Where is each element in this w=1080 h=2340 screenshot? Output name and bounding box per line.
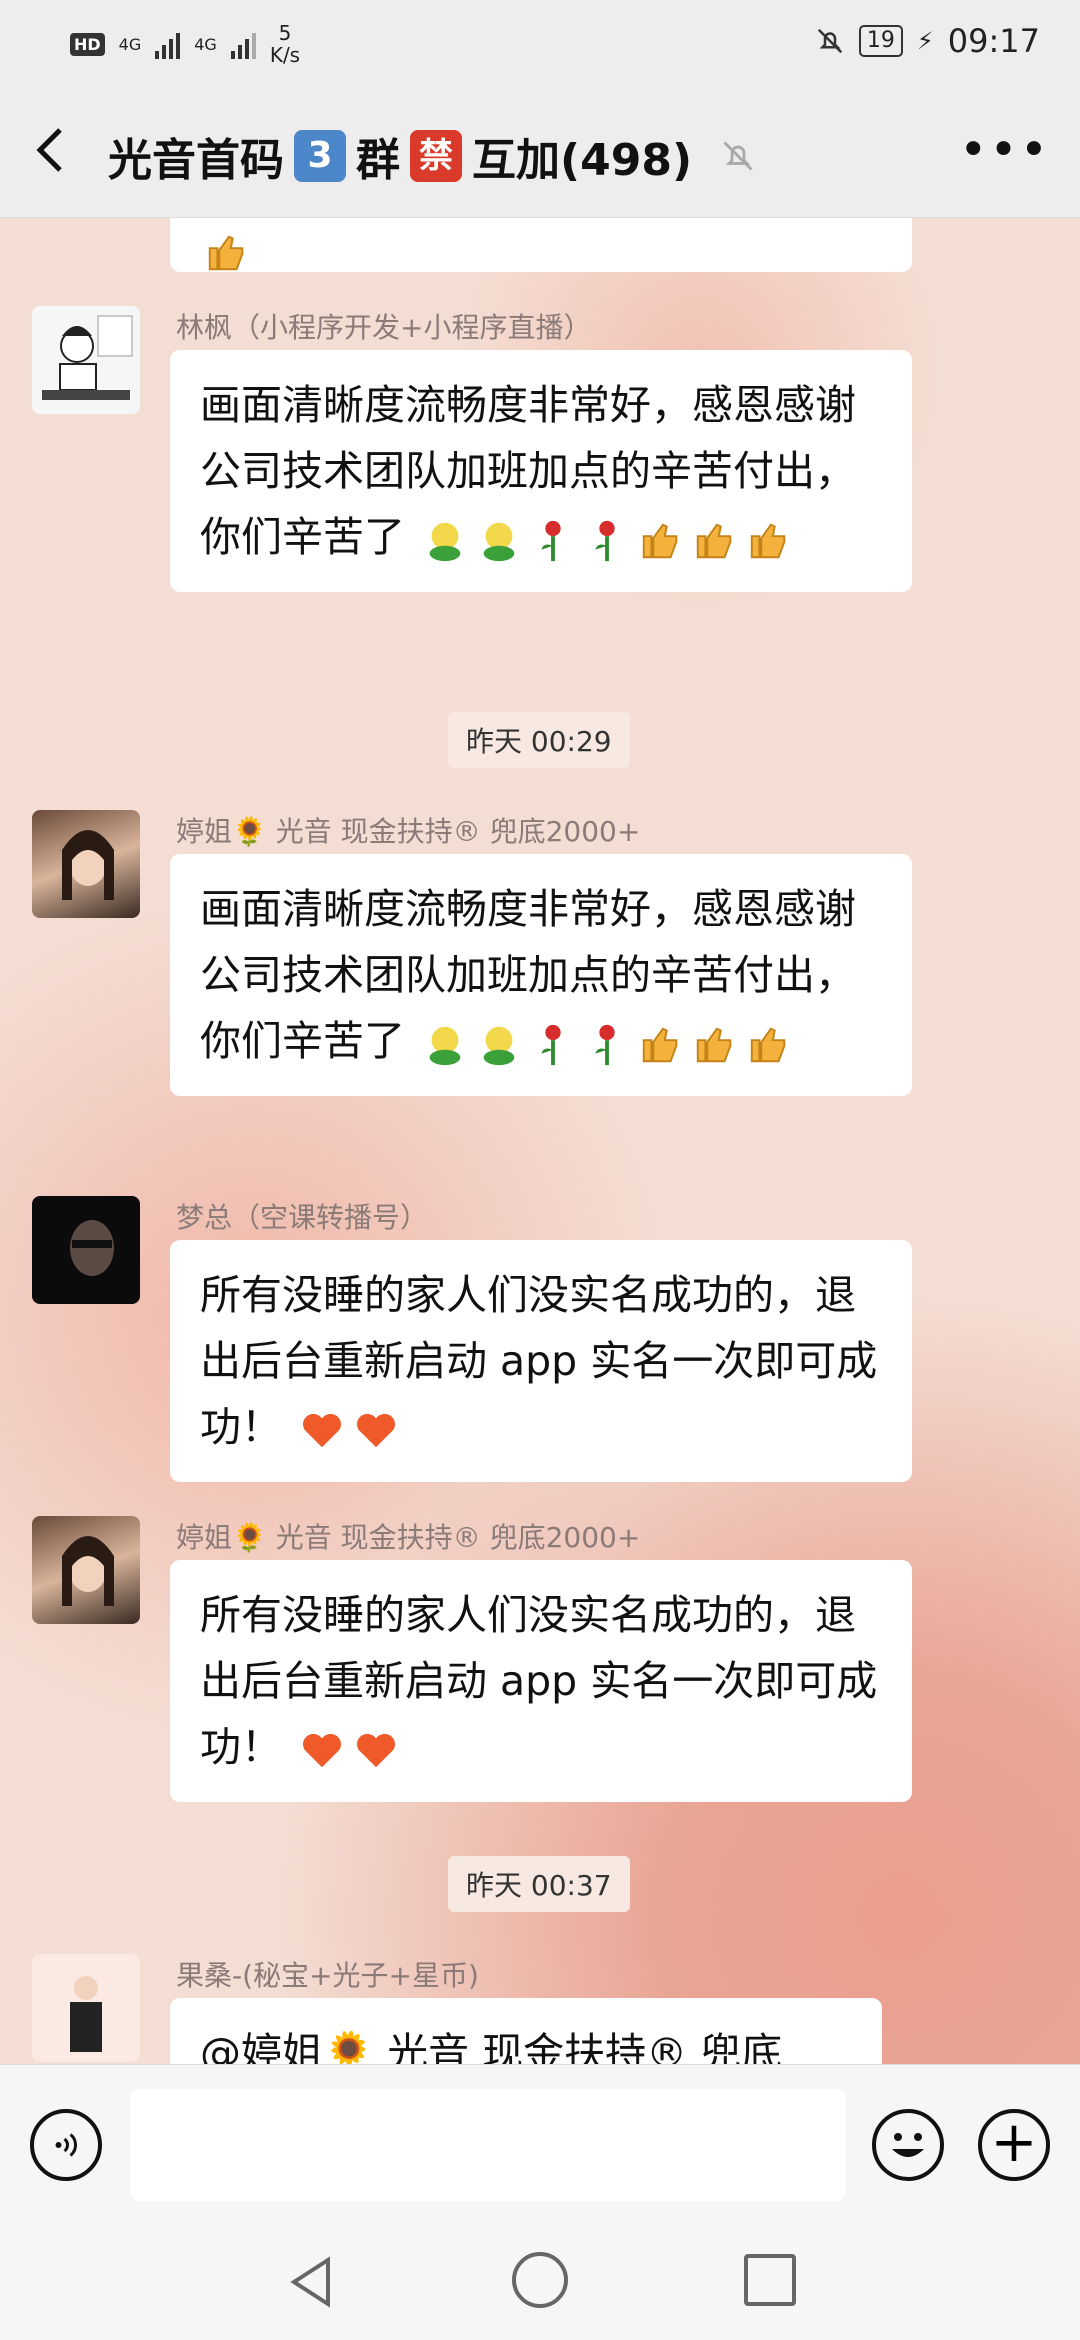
chevron-left-icon[interactable] xyxy=(30,120,90,180)
sender-name: 婷姐🌻 光音 现金扶持® 兜底2000+ xyxy=(176,1521,641,1554)
message-bubble[interactable]: 所有没睡的家人们没实名成功的，退出后台重新启动 app 实名一次即可成功！ xyxy=(170,1560,912,1802)
plus-icon[interactable]: + xyxy=(978,2109,1050,2181)
heart-icon xyxy=(357,1413,396,1448)
network-speed: 5 K/s xyxy=(270,22,300,66)
hd-icon: HD xyxy=(70,32,105,56)
chat-title: 光音首码 3 群 禁 互加(498) xyxy=(108,124,756,188)
sender-name: 婷姐🌻 光音 现金扶持® 兜底2000+ xyxy=(176,815,641,848)
timestamp: 昨天 00:29 xyxy=(448,712,630,768)
smiley-green-icon xyxy=(429,1026,461,1066)
message-bubble[interactable]: 画面清晰度流畅度非常好，感恩感谢公司技术团队加班加点的辛苦付出，你们辛苦了 xyxy=(170,854,912,1096)
clock: 09:17 xyxy=(947,22,1040,60)
rose-icon xyxy=(595,1024,615,1066)
rose-icon xyxy=(541,1024,561,1066)
avatar[interactable] xyxy=(32,810,140,918)
system-nav-bar xyxy=(0,2224,1080,2340)
forbidden-badge: 禁 xyxy=(410,130,462,182)
avatar[interactable] xyxy=(32,1516,140,1624)
avatar[interactable] xyxy=(32,1954,140,2062)
message-bubble[interactable]: 所有没睡的家人们没实名成功的，退出后台重新启动 app 实名一次即可成功！ xyxy=(170,1240,912,1482)
signal-icon xyxy=(155,29,181,59)
avatar[interactable] xyxy=(32,306,140,414)
thumbs-up-icon xyxy=(750,523,786,559)
avatar[interactable] xyxy=(32,1196,140,1304)
signal-icon-2 xyxy=(230,29,256,59)
sim2-label: 4G xyxy=(194,34,217,54)
status-left: HD 4G 4G 5 K/s xyxy=(70,22,300,66)
heart-icon xyxy=(357,1733,396,1768)
smiley-green-icon xyxy=(429,522,461,562)
status-bar: HD 4G 4G 5 K/s 19 ⚡ 09:17 xyxy=(0,0,1080,90)
nav-home-icon[interactable] xyxy=(512,2252,568,2308)
sender-name: 梦总（空课转播号） xyxy=(176,1201,429,1234)
title-part3: 互加(498) xyxy=(472,135,693,186)
chat-area[interactable]: 林枫（小程序开发+小程序直播） 画面清晰度流畅度非常好，感恩感谢公司技术团队加班… xyxy=(0,218,1080,2064)
rose-icon xyxy=(595,520,615,562)
nav-back-icon[interactable] xyxy=(282,2252,342,2312)
number-badge: 3 xyxy=(294,130,346,182)
thumbs-up-icon xyxy=(696,523,732,559)
message-bubble[interactable]: @婷姐🌻 光音 现金扶持® 兜底 xyxy=(170,1998,882,2064)
thumbs-up-icon xyxy=(642,523,678,559)
title-bar: 光音首码 3 群 禁 互加(498) ••• xyxy=(0,90,1080,218)
battery-icon: 19 xyxy=(858,25,903,57)
sim1-label: 4G xyxy=(118,34,142,54)
heart-icon xyxy=(303,1733,342,1768)
thumbs-up-icon xyxy=(642,1027,678,1063)
status-right: 19 ⚡ 09:17 xyxy=(815,22,1040,60)
title-part2: 群 xyxy=(356,135,400,186)
message-bubble[interactable] xyxy=(170,218,912,272)
speed-value: 5 xyxy=(278,21,292,45)
smiley-icon[interactable] xyxy=(872,2109,944,2181)
charging-icon: ⚡ xyxy=(916,27,934,55)
speed-unit: K/s xyxy=(269,43,301,67)
input-bar: + xyxy=(0,2064,1080,2225)
thumbs-up-icon xyxy=(696,1027,732,1063)
sender-name: 林枫（小程序开发+小程序直播） xyxy=(176,311,592,344)
sender-name: 果桑-(秘宝+光子+星币) xyxy=(176,1959,479,1992)
thumbs-up-icon xyxy=(208,235,244,271)
timestamp: 昨天 00:37 xyxy=(448,1856,630,1912)
more-dots-icon[interactable]: ••• xyxy=(959,122,1050,178)
voice-icon[interactable] xyxy=(30,2109,102,2181)
smiley-green-icon xyxy=(483,522,515,562)
bell-off-icon xyxy=(723,141,753,171)
thumbs-up-icon xyxy=(750,1027,786,1063)
message-input[interactable] xyxy=(130,2089,846,2201)
rose-icon xyxy=(541,520,561,562)
smiley-green-icon xyxy=(483,1026,515,1066)
bell-off-icon xyxy=(817,28,843,54)
message-text: @婷姐🌻 光音 现金扶持® 兜底 xyxy=(200,2029,783,2064)
title-part1: 光音首码 xyxy=(108,135,284,186)
message-bubble[interactable]: 画面清晰度流畅度非常好，感恩感谢公司技术团队加班加点的辛苦付出，你们辛苦了 xyxy=(170,350,912,592)
heart-icon xyxy=(303,1413,342,1448)
nav-recent-icon[interactable] xyxy=(744,2254,796,2306)
